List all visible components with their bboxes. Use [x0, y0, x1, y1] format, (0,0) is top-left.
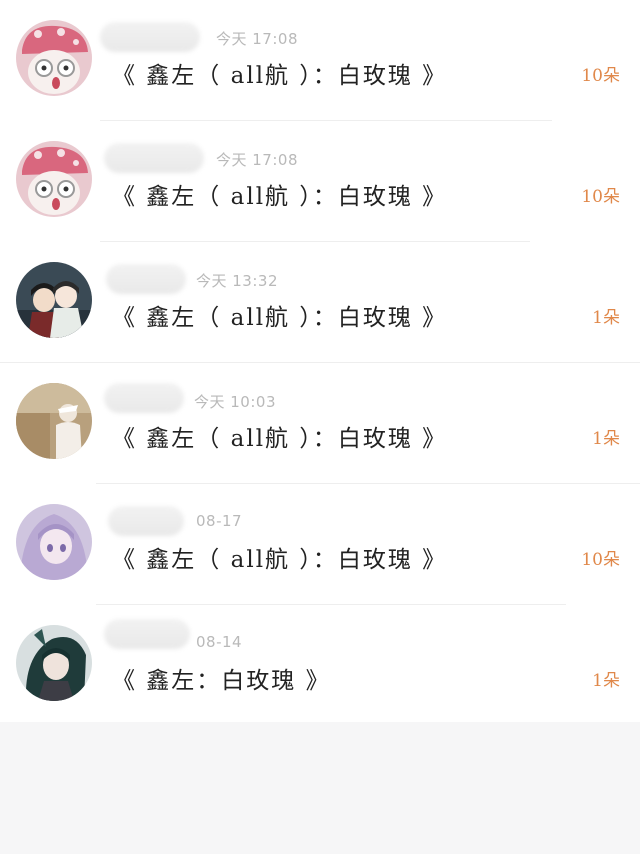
- blurred-username: [104, 383, 184, 413]
- avatar[interactable]: [16, 20, 92, 96]
- gift-count: 10朵: [581, 187, 620, 207]
- timestamp: 今天 17:08: [216, 30, 298, 48]
- blurred-username: [104, 143, 204, 173]
- timestamp: 今天 17:08: [216, 151, 298, 169]
- blurred-username: [104, 619, 190, 649]
- message-title: 《 鑫左（ all航 ）：白玫瑰 》: [112, 426, 448, 452]
- list-item[interactable]: 08-14 《 鑫左：白玫瑰 》 1朵: [0, 605, 640, 726]
- gift-message-list: 今天 17:08 《 鑫左（ all航 ）：白玫瑰 》 10朵 今天 17:08: [0, 0, 640, 722]
- message-title: 《 鑫左：白玫瑰 》: [112, 668, 331, 694]
- timestamp: 08-14: [196, 633, 243, 651]
- timestamp: 08-17: [196, 512, 243, 530]
- list-item[interactable]: 今天 13:32 《 鑫左（ all航 ）：白玫瑰 》 1朵: [0, 242, 640, 363]
- timestamp: 今天 10:03: [194, 393, 276, 411]
- list-item[interactable]: 08-17 《 鑫左（ all航 ）：白玫瑰 》 10朵: [0, 484, 640, 605]
- list-item[interactable]: 今天 17:08 《 鑫左（ all航 ）：白玫瑰 》 10朵: [0, 121, 640, 242]
- blurred-username: [106, 264, 186, 294]
- gift-count: 10朵: [581, 66, 620, 86]
- list-item[interactable]: 今天 10:03 《 鑫左（ all航 ）：白玫瑰 》 1朵: [0, 363, 640, 484]
- avatar[interactable]: [16, 383, 92, 459]
- timestamp: 今天 13:32: [196, 272, 278, 290]
- avatar[interactable]: [16, 141, 92, 217]
- message-title: 《 鑫左（ all航 ）：白玫瑰 》: [112, 547, 448, 573]
- blurred-username: [100, 22, 200, 52]
- avatar[interactable]: [16, 625, 92, 701]
- avatar[interactable]: [16, 262, 92, 338]
- gift-count: 1朵: [592, 671, 620, 691]
- message-title: 《 鑫左（ all航 ）：白玫瑰 》: [112, 305, 448, 331]
- blurred-username: [108, 506, 184, 536]
- message-title: 《 鑫左（ all航 ）：白玫瑰 》: [112, 184, 448, 210]
- gift-count: 10朵: [581, 550, 620, 570]
- gift-count: 1朵: [592, 308, 620, 328]
- message-title: 《 鑫左（ all航 ）：白玫瑰 》: [112, 63, 448, 89]
- list-item[interactable]: 今天 17:08 《 鑫左（ all航 ）：白玫瑰 》 10朵: [0, 0, 640, 121]
- gift-count: 1朵: [592, 429, 620, 449]
- avatar[interactable]: [16, 504, 92, 580]
